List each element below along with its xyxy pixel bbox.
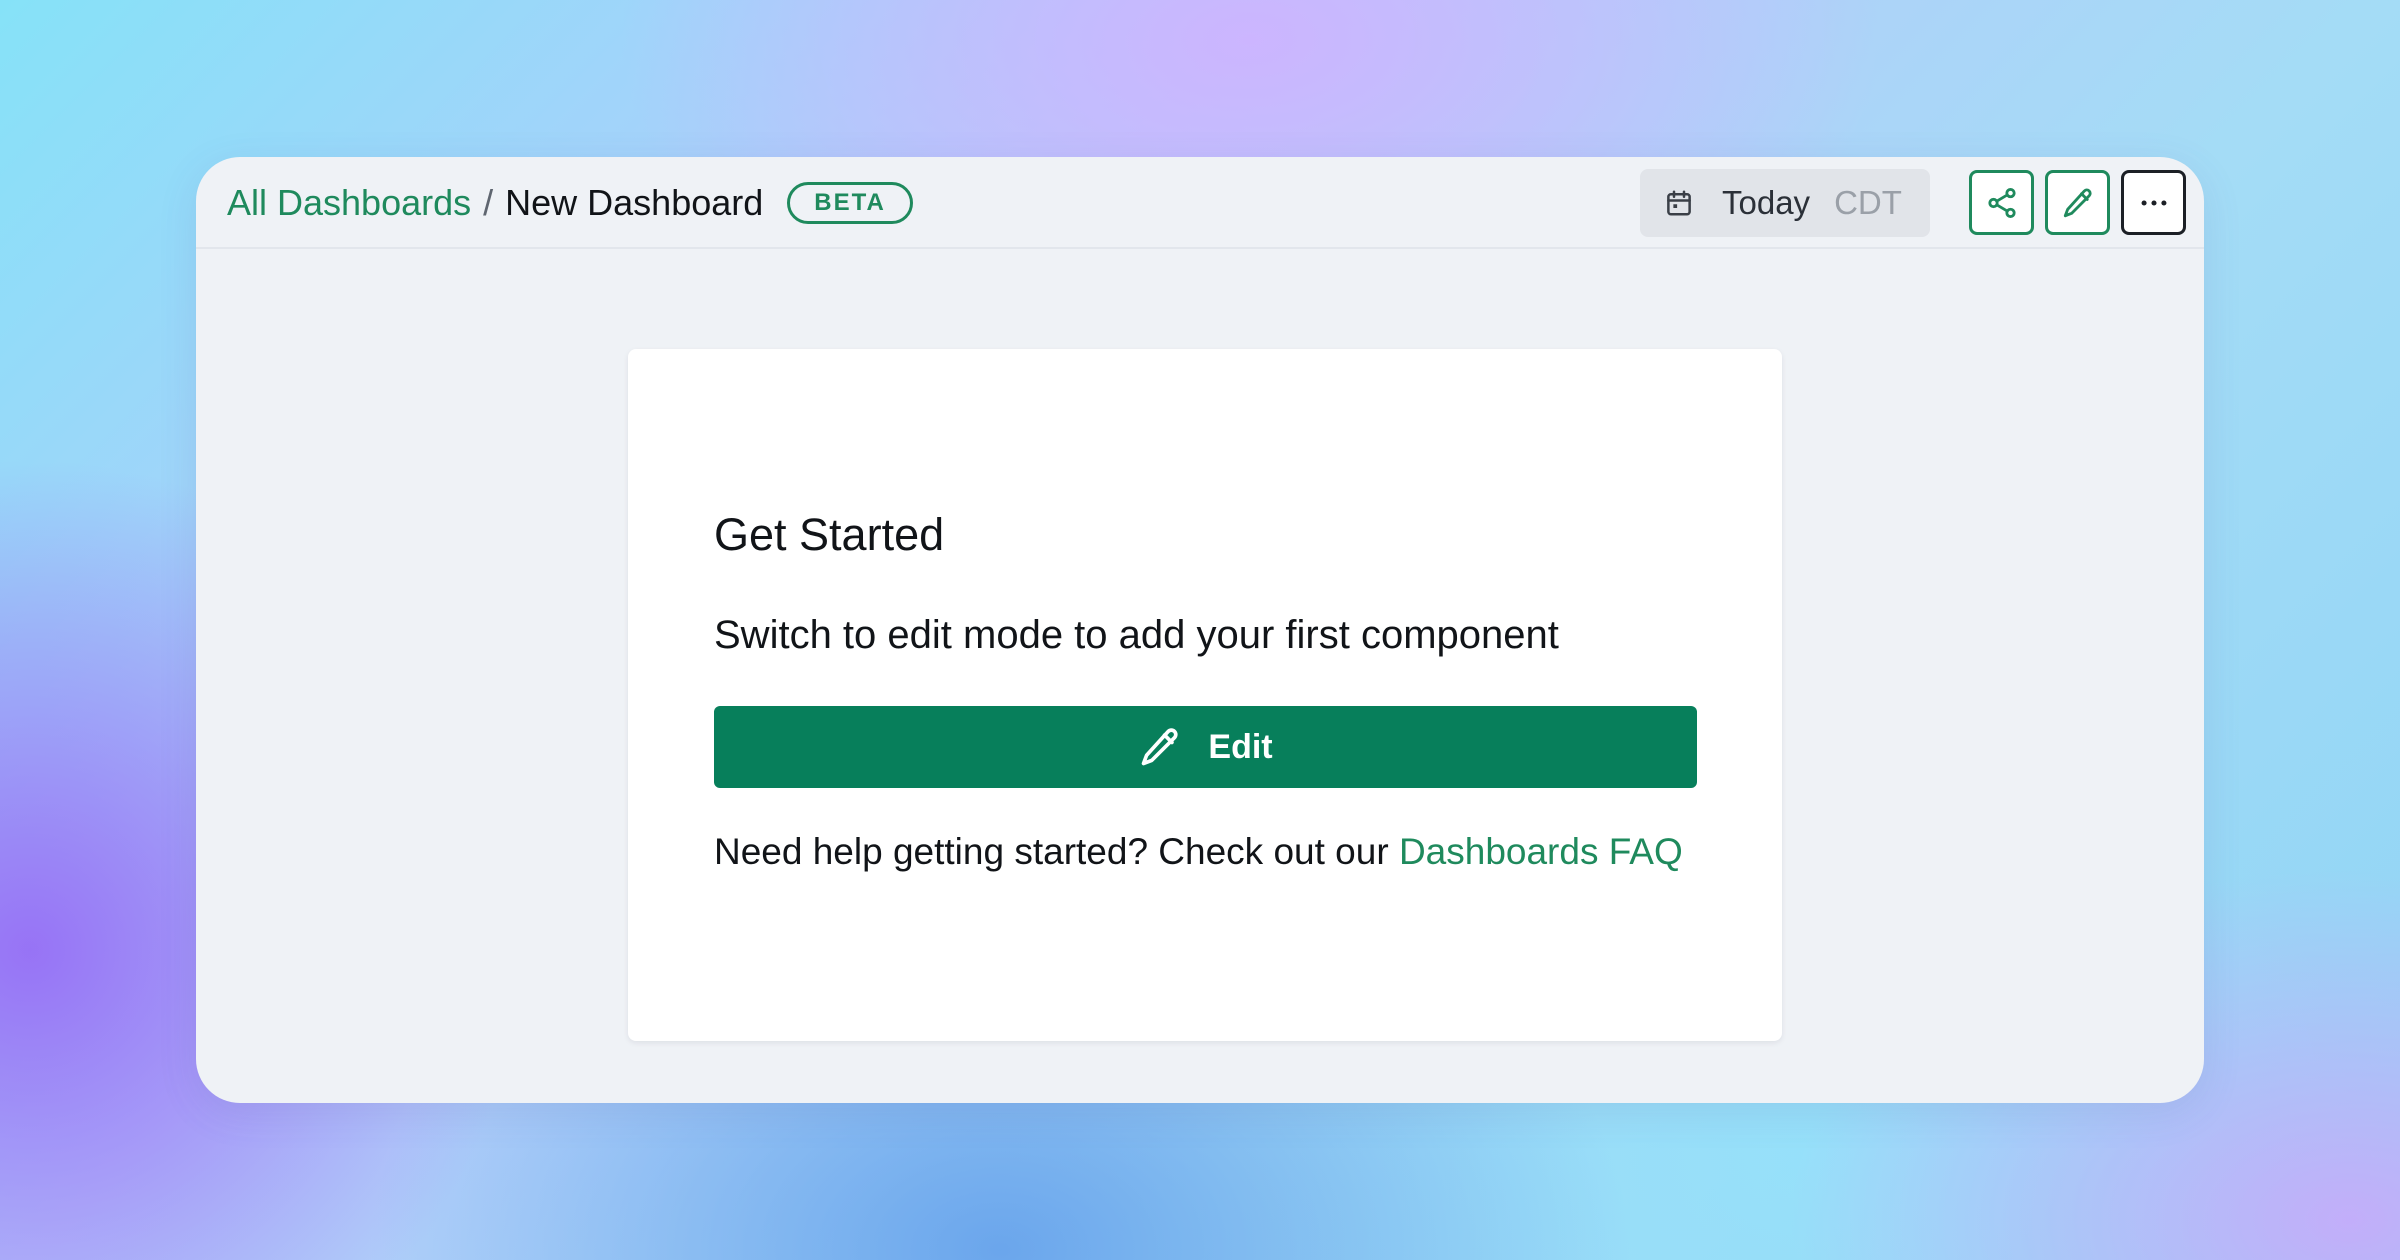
- help-text: Need help getting started? Check out our…: [714, 831, 1683, 873]
- card-title: Get Started: [714, 509, 945, 560]
- breadcrumb-all-dashboards-link[interactable]: All Dashboards: [227, 182, 471, 224]
- timezone-label: CDT: [1834, 184, 1902, 221]
- pencil-icon: [2061, 186, 2095, 220]
- edit-button-label: Edit: [1208, 727, 1273, 766]
- breadcrumb: All Dashboards / New Dashboard BETA: [227, 157, 913, 249]
- pencil-icon: [1138, 725, 1182, 769]
- calendar-icon: [1664, 188, 1694, 218]
- share-button[interactable]: [1969, 170, 2034, 235]
- edit-button[interactable]: Edit: [714, 706, 1697, 788]
- edit-mode-button[interactable]: [2045, 170, 2110, 235]
- get-started-card: Get Started Switch to edit mode to add y…: [628, 349, 1782, 1041]
- dashboard-header: All Dashboards / New Dashboard BETA Toda…: [196, 157, 2204, 249]
- breadcrumb-separator: /: [483, 182, 494, 223]
- date-range-picker[interactable]: Today CDT: [1640, 169, 1930, 237]
- page-title: New Dashboard: [505, 182, 764, 223]
- dashboard-window: All Dashboards / New Dashboard BETA Toda…: [196, 157, 2204, 1103]
- more-icon: [2137, 186, 2171, 220]
- date-range-label: Today: [1722, 184, 1811, 221]
- beta-badge: BETA: [787, 182, 913, 224]
- share-icon: [1985, 186, 2019, 220]
- more-options-button[interactable]: [2121, 170, 2186, 235]
- help-text-prefix: Need help getting started? Check out our: [714, 831, 1399, 872]
- dashboards-faq-link[interactable]: Dashboards FAQ: [1399, 831, 1683, 872]
- card-subtitle: Switch to edit mode to add your first co…: [714, 613, 1559, 657]
